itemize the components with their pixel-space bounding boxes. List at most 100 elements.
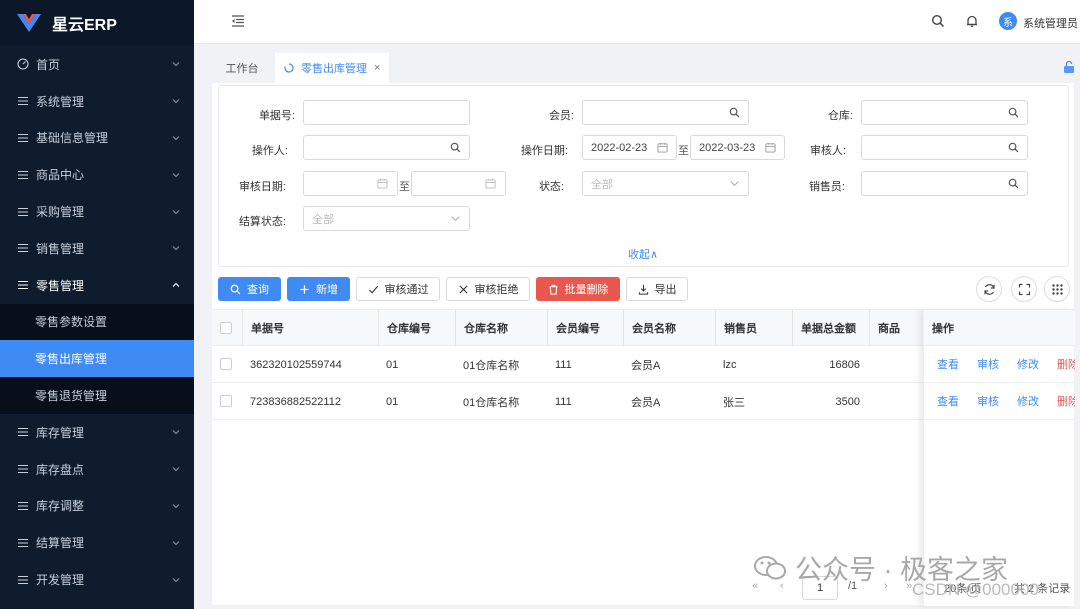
sidebar-item-system[interactable]: 系统管理 (0, 83, 194, 120)
sidebar-item-dev[interactable]: 开发管理 (0, 561, 194, 598)
seller-input[interactable] (861, 171, 1028, 196)
auditor-input[interactable] (861, 135, 1028, 160)
row-checkbox[interactable] (220, 395, 232, 407)
sidebar-item-label: 首页 (36, 57, 61, 72)
download-icon (638, 284, 648, 295)
sidebar-item-retail-params[interactable]: 零售参数设置 (0, 304, 194, 341)
cell-wh-code: 01 (386, 358, 399, 371)
trash-icon (548, 284, 558, 295)
search-icon[interactable] (1008, 107, 1019, 118)
sidebar-item-purchase[interactable]: 采购管理 (0, 193, 194, 230)
export-button[interactable]: 导出 (626, 277, 688, 301)
query-button[interactable]: 查询 (218, 277, 281, 301)
tab-retail-outbound[interactable]: 零售出库管理 × (275, 53, 389, 83)
audit-link[interactable]: 审核 (977, 356, 999, 372)
column-header[interactable]: 仓库名称 (455, 310, 547, 346)
date-separator: 至 (399, 181, 410, 193)
chevron-down-icon (172, 577, 180, 582)
close-icon[interactable]: × (374, 62, 380, 74)
settle-status-select[interactable]: 全部 (303, 206, 470, 231)
csdn-watermark: CSDN @000000 (912, 580, 1039, 599)
fullscreen-button[interactable] (1011, 276, 1037, 302)
column-header[interactable]: 会员名称 (623, 310, 715, 346)
sidebar-item-home[interactable]: 首页 (0, 46, 194, 83)
view-link[interactable]: 查看 (937, 393, 959, 409)
search-icon[interactable] (1008, 178, 1019, 189)
avatar[interactable]: 系 (999, 12, 1017, 30)
order-no-label: 单据号: (258, 110, 295, 122)
approve-button[interactable]: 审核通过 (356, 277, 440, 301)
cell-wh-code: 01 (386, 395, 399, 408)
column-settings-button[interactable] (1044, 276, 1070, 302)
search-icon (230, 284, 241, 294)
column-header[interactable]: 仓库编号 (378, 310, 455, 346)
tab-workbench[interactable]: 工作台 (212, 53, 272, 83)
approve-label: 审核通过 (384, 284, 429, 296)
grid-icon (1051, 283, 1063, 295)
status-select[interactable]: 全部 (582, 171, 749, 196)
sidebar-item-label: 销售管理 (36, 241, 85, 256)
view-link[interactable]: 查看 (937, 356, 959, 372)
column-header[interactable]: 单据总金额 (792, 310, 869, 346)
sidebar-item-basic-info[interactable]: 基础信息管理 (0, 120, 194, 157)
sidebar-item-retail-outbound[interactable]: 零售出库管理 (0, 340, 194, 378)
chevron-down-icon (730, 181, 739, 187)
chevron-down-icon (172, 430, 180, 435)
operator-input[interactable] (303, 135, 470, 160)
sidebar-item-stock-adjust[interactable]: 库存调整 (0, 488, 194, 525)
column-header[interactable]: 会员编号 (547, 310, 623, 346)
warehouse-input[interactable] (861, 100, 1028, 125)
column-header[interactable]: 商品 (869, 310, 923, 346)
audit-date-start[interactable] (303, 171, 398, 196)
sidebar-item-sales[interactable]: 销售管理 (0, 230, 194, 267)
order-no-input[interactable] (303, 100, 470, 125)
sidebar-item-label: 库存盘点 (36, 462, 85, 477)
delete-link[interactable]: 删除 (1057, 356, 1075, 372)
export-label: 导出 (654, 284, 677, 296)
search-icon[interactable] (450, 142, 461, 153)
cell-amount: 16806 (829, 358, 860, 371)
row-checkbox[interactable] (220, 358, 232, 370)
edit-link[interactable]: 修改 (1017, 393, 1039, 409)
sidebar-item-settlement[interactable]: 结算管理 (0, 524, 194, 561)
search-icon[interactable] (1008, 142, 1019, 153)
chevron-down-icon (172, 504, 180, 509)
column-header[interactable]: 销售员 (715, 310, 792, 346)
batch-delete-button[interactable]: 批量删除 (536, 277, 620, 301)
op-date-start[interactable]: 2022-02-23 (582, 135, 677, 160)
seller-label: 销售员: (808, 181, 845, 193)
member-input[interactable] (582, 100, 749, 125)
sidebar-item-goods[interactable]: 商品中心 (0, 156, 194, 193)
delete-link[interactable]: 删除 (1057, 393, 1075, 409)
reject-button[interactable]: 审核拒绝 (446, 277, 530, 301)
menu-icon (18, 538, 28, 547)
op-date-end-value: 2022-03-23 (699, 141, 756, 154)
sidebar-item-stocktake[interactable]: 库存盘点 (0, 451, 194, 488)
settle-status-placeholder: 全部 (312, 213, 334, 226)
sidebar-item-retail[interactable]: 零售管理 (0, 267, 194, 304)
menu-icon (18, 133, 28, 143)
op-date-label: 操作日期: (520, 145, 568, 157)
chevron-down-icon (172, 209, 180, 214)
refresh-button[interactable] (976, 276, 1002, 302)
op-date-end[interactable]: 2022-03-23 (690, 135, 785, 160)
bell-icon[interactable] (965, 14, 979, 28)
column-header[interactable]: 单据号 (242, 310, 378, 346)
audit-date-end[interactable] (411, 171, 506, 196)
collapse-filter-link[interactable]: 收起∧ (628, 246, 658, 262)
select-all-checkbox[interactable] (220, 322, 232, 334)
username[interactable]: 系统管理员 (1023, 15, 1078, 31)
edit-link[interactable]: 修改 (1017, 356, 1039, 372)
menu-fold-icon[interactable] (230, 13, 246, 29)
sidebar-item-retail-return[interactable]: 零售退货管理 (0, 377, 194, 414)
logo[interactable]: 星云ERP (0, 0, 194, 46)
add-button[interactable]: 新增 (287, 277, 350, 301)
chevron-up-icon (172, 282, 180, 288)
search-icon[interactable] (729, 107, 740, 118)
audit-link[interactable]: 审核 (977, 393, 999, 409)
close-icon (458, 284, 468, 294)
unlock-icon[interactable] (1062, 60, 1076, 74)
chevron-down-icon (172, 172, 180, 178)
sidebar-item-inventory[interactable]: 库存管理 (0, 414, 194, 451)
search-icon[interactable] (931, 14, 945, 28)
